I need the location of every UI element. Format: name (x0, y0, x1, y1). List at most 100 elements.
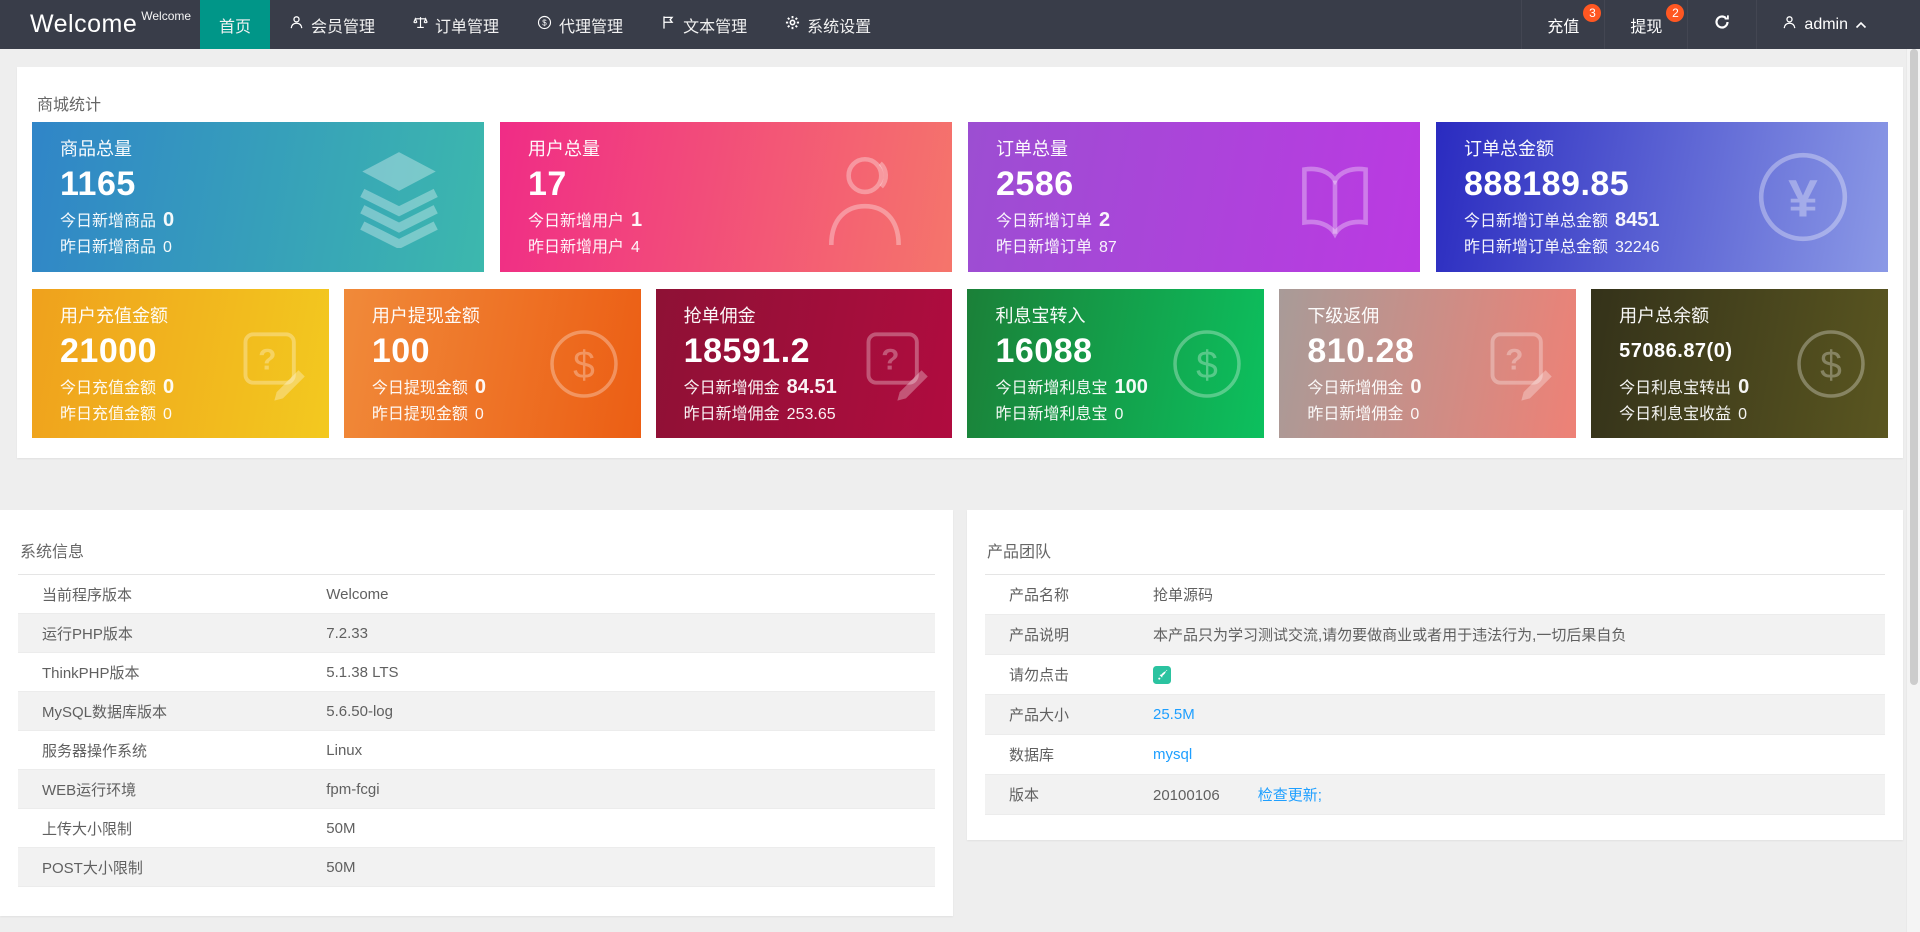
row-value: 抢单源码 (1153, 587, 1214, 604)
app-logo: Welcome Welcome (0, 0, 200, 49)
today-label: 今日提现金额 (371, 380, 468, 397)
nav-home[interactable]: 首页 (200, 0, 271, 49)
yesterday-value: 0 (1738, 406, 1748, 423)
username: admin (1804, 15, 1848, 33)
stat-card-user-balance: 用户总余额 57086.87(0) 今日利息宝转出 0 今日利息宝收益 0 $ (1591, 289, 1888, 438)
help-edit-icon: ? (856, 325, 934, 403)
yen-circle-icon: ¥ (1752, 146, 1854, 248)
table-row: MySQL数据库版本 5.6.50-log (18, 691, 935, 731)
today-label: 今日新增利息宝 (995, 380, 1108, 397)
product-size-link[interactable]: 25.5M (1153, 706, 1195, 723)
scrollbar-thumb[interactable] (1910, 49, 1918, 685)
row-value: fpm-fcgi (326, 780, 380, 798)
dollar-circle-icon: $ (545, 325, 623, 403)
recharge-button[interactable]: 充值 3 (1521, 0, 1604, 49)
nav-orders-label: 订单管理 (435, 18, 500, 36)
yesterday-value: 32246 (1615, 239, 1660, 256)
help-edit-icon: ? (1480, 325, 1558, 403)
yesterday-value: 253.65 (786, 406, 836, 423)
check-update-link[interactable]: 检查更新; (1258, 787, 1322, 804)
row-value: 5.6.50-log (326, 702, 393, 720)
table-row: 运行PHP版本 7.2.33 (18, 613, 935, 653)
row-label: 产品名称 (1009, 587, 1070, 604)
table-row: ThinkPHP版本 5.1.38 LTS (18, 653, 935, 692)
stats-row-2: 用户充值金额 21000 今日充值金额 0 昨日充值金额 0 ? 用户提现金额 10… (32, 289, 1888, 438)
recharge-badge: 3 (1583, 4, 1602, 22)
refresh-icon (1713, 13, 1731, 36)
today-value: 0 (474, 376, 486, 398)
yesterday-label: 昨日新增佣金 (1307, 406, 1404, 423)
svg-text:$: $ (573, 344, 595, 387)
nav-orders[interactable]: 订单管理 (394, 0, 518, 49)
today-label: 今日新增佣金 (683, 380, 780, 397)
stat-card-order-commission: 抢单佣金 18591.2 今日新增佣金 84.51 昨日新增佣金 253.65 ? (655, 289, 953, 438)
recharge-label: 充值 (1547, 18, 1580, 36)
system-info-table: 当前程序版本 Welcome 运行PHP版本 7.2.33 ThinkPHP版本 5.… (18, 574, 935, 887)
row-label: 版本 (1009, 787, 1040, 804)
today-value: 100 (1114, 376, 1148, 398)
today-value: 2 (1099, 209, 1111, 231)
yesterday-value: 0 (1410, 406, 1420, 423)
today-label: 今日新增订单总金额 (1464, 213, 1609, 230)
nav-agents[interactable]: $ 代理管理 (518, 0, 642, 49)
user-icon (289, 15, 311, 35)
nav-members-label: 会员管理 (311, 18, 376, 36)
svg-text:$: $ (1196, 344, 1218, 387)
yesterday-label: 昨日提现金额 (371, 406, 468, 423)
row-label: 产品大小 (1009, 707, 1070, 724)
today-value: 0 (163, 209, 175, 231)
nav-settings[interactable]: 系统设置 (766, 0, 890, 49)
table-row: 当前程序版本 Welcome (18, 575, 935, 614)
panel-title: 产品团队 (987, 544, 1052, 561)
nav-text[interactable]: 文本管理 (642, 0, 766, 49)
scales-icon (413, 15, 435, 35)
table-row: 数据库 mysql (985, 735, 1885, 775)
book-icon (1284, 146, 1386, 248)
today-value: 8451 (1615, 209, 1660, 231)
stat-card-user-withdraw: 用户提现金额 100 今日提现金额 0 昨日提现金额 0 $ (343, 289, 641, 438)
today-value: 0 (1738, 376, 1750, 398)
row-label: 运行PHP版本 (42, 625, 133, 643)
system-info-panel: 系统信息 当前程序版本 Welcome 运行PHP版本 7.2.33 ThinkPH… (0, 510, 953, 916)
product-team-panel: 产品团队 产品名称 抢单源码 产品说明 本产品只为学习测试交流,请勿要做商业或者用于… (967, 510, 1903, 840)
row-value: 5.1.38 LTS (326, 663, 399, 681)
person-icon (816, 146, 918, 248)
table-row: POST大小限制 50M (18, 847, 935, 887)
yesterday-label: 昨日新增佣金 (683, 406, 780, 423)
yesterday-label: 昨日新增商品 (60, 239, 157, 256)
yesterday-label: 昨日新增订单总金额 (1464, 239, 1609, 256)
today-label: 今日新增用户 (528, 213, 625, 230)
svg-text:$: $ (1820, 344, 1842, 387)
nav-members[interactable]: 会员管理 (270, 0, 394, 49)
yesterday-value: 87 (1099, 239, 1117, 256)
row-label: MySQL数据库版本 (42, 703, 168, 721)
refresh-button[interactable] (1687, 0, 1756, 49)
version-value: 20100106 (1153, 787, 1220, 804)
yesterday-value: 0 (1114, 406, 1124, 423)
dollar-circle-icon: $ (537, 15, 559, 35)
logo-text: Welcome (30, 10, 138, 38)
table-row: 上传大小限制 50M (18, 809, 935, 848)
yesterday-label: 昨日新增用户 (528, 239, 625, 256)
database-link[interactable]: mysql (1153, 746, 1192, 763)
navbar-right: 充值 3 提现 2 admin (1521, 0, 1920, 49)
row-label: 上传大小限制 (42, 820, 133, 838)
today-value: 0 (163, 376, 175, 398)
stat-card-users-total: 用户总量 17 今日新增用户 1 昨日新增用户 4 (500, 122, 952, 272)
person-icon (1782, 15, 1797, 35)
main-menu: 首页 会员管理 订单管理 $ 代理管理 文本管理 系统设置 (200, 0, 890, 49)
stat-card-orders-total: 订单总量 2586 今日新增订单 2 昨日新增订单 87 (968, 122, 1420, 272)
yesterday-value: 0 (474, 406, 484, 423)
user-menu[interactable]: admin (1756, 0, 1892, 49)
svg-text:¥: ¥ (1788, 169, 1818, 228)
flag-icon (661, 15, 683, 35)
nav-text-label: 文本管理 (683, 18, 748, 36)
rocket-icon[interactable] (1153, 665, 1171, 684)
nav-settings-label: 系统设置 (807, 18, 872, 36)
withdraw-button[interactable]: 提现 2 (1604, 0, 1687, 49)
row-value: 7.2.33 (326, 624, 368, 642)
stat-card-order-amount: 订单总金额 888189.85 今日新增订单总金额 8451 昨日新增订单总金额 3… (1436, 122, 1888, 272)
row-label: 请勿点击 (1009, 667, 1070, 684)
table-row: 请勿点击 (985, 655, 1885, 695)
vertical-scrollbar[interactable] (1906, 49, 1920, 932)
